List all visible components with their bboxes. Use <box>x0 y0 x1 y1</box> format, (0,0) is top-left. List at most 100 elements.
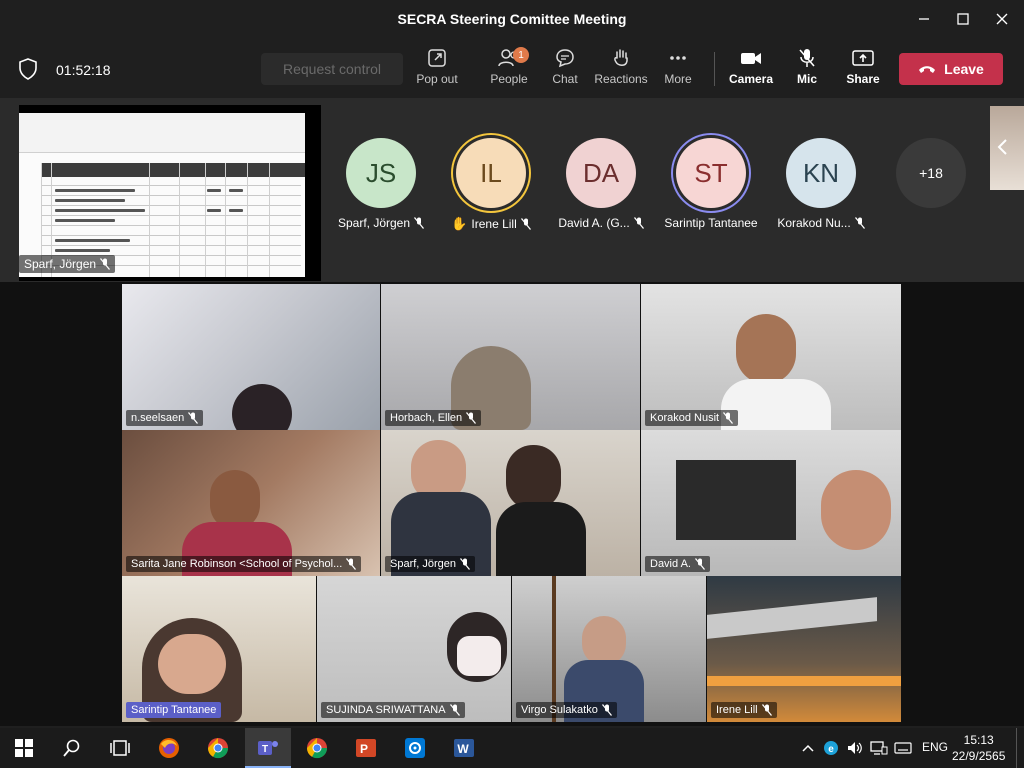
close-button[interactable] <box>990 8 1014 30</box>
participant-kn[interactable]: KN Korakod Nu... <box>761 138 881 230</box>
mic-muted-icon <box>761 704 772 716</box>
meeting-timer: 01:52:18 <box>56 62 111 78</box>
toolbar-divider <box>714 52 715 86</box>
share-label: Share <box>846 72 880 86</box>
video-tile[interactable]: Horbach, Ellen <box>381 284 640 430</box>
strip-scroll-left-button[interactable] <box>990 106 1024 190</box>
more-participants-button[interactable]: +18 <box>871 138 991 208</box>
chat-button[interactable]: Chat <box>537 48 593 92</box>
leave-label: Leave <box>944 61 984 77</box>
participant-name: n.seelsaen <box>131 412 185 424</box>
video-tile[interactable]: David A. <box>641 430 901 576</box>
mic-muted-icon <box>100 258 111 270</box>
avatar: ST <box>676 138 746 208</box>
spreadsheet-preview <box>19 113 305 277</box>
reactions-label: Reactions <box>594 72 648 86</box>
network-icon[interactable] <box>870 736 888 760</box>
avatar: JS <box>346 138 416 208</box>
pop-out-label: Pop out <box>416 72 458 86</box>
video-tile[interactable]: n.seelsaen <box>122 284 380 430</box>
keyboard-icon[interactable] <box>894 736 912 760</box>
svg-text:P: P <box>360 742 368 756</box>
speaker-icon[interactable] <box>846 736 864 760</box>
edge-icon[interactable]: e <box>822 736 840 760</box>
people-button[interactable]: 1 People <box>481 47 537 92</box>
video-tile[interactable]: Irene Lill <box>707 576 901 722</box>
phone-hangup-icon <box>919 66 936 73</box>
mic-muted-icon <box>414 217 425 229</box>
participant-il[interactable]: IL ✋ Irene Lill <box>431 138 551 232</box>
reactions-button[interactable]: Reactions <box>593 48 649 92</box>
search-icon[interactable] <box>60 736 84 760</box>
chevron-up-icon[interactable] <box>800 736 816 760</box>
mic-muted-icon <box>460 558 471 570</box>
participant-name: Sarintip Tantanee <box>664 216 758 230</box>
more-button[interactable]: More <box>650 48 706 92</box>
firefox-icon[interactable] <box>157 736 181 760</box>
powerpoint-icon[interactable]: P <box>354 736 378 760</box>
mic-muted-icon <box>346 558 357 570</box>
leave-button[interactable]: Leave <box>899 53 1003 85</box>
mic-button[interactable]: Mic <box>779 48 835 92</box>
meeting-toolbar: 01:52:18 Request control Pop out 1 Peopl… <box>0 38 1024 98</box>
participant-name: Korakod Nusit <box>650 412 720 424</box>
video-tile[interactable]: Sarintip Tantanee <box>122 576 316 722</box>
raised-hand-icon: ✋ <box>451 216 468 231</box>
participant-name: Virgo Sulakatko <box>521 704 598 716</box>
teams-icon[interactable]: T <box>256 736 280 760</box>
video-tile[interactable]: SUJINDA SRIWATTANA <box>317 576 511 722</box>
chat-icon <box>556 49 574 68</box>
participant-name: Irene Lill <box>471 217 517 231</box>
shared-screen-thumbnail[interactable]: Sparf, Jörgen <box>19 105 321 281</box>
windows-start-icon[interactable] <box>12 736 36 760</box>
more-label: More <box>664 72 692 86</box>
pop-out-icon <box>428 49 446 67</box>
video-tile[interactable]: Sarita Jane Robinson <School of Psychol.… <box>122 430 380 576</box>
system-clock[interactable]: 15:13 22/9/2565 <box>952 732 1005 764</box>
avatar: IL <box>456 138 526 208</box>
input-language[interactable]: ENG <box>922 740 948 754</box>
chrome-icon[interactable] <box>206 736 230 760</box>
minimize-button[interactable] <box>912 8 936 30</box>
mic-muted-icon <box>799 49 815 67</box>
participant-st[interactable]: ST Sarintip Tantanee <box>651 138 771 230</box>
participant-name: Irene Lill <box>716 704 758 716</box>
participant-name: David A. <box>650 558 691 570</box>
people-count-badge: 1 <box>513 47 529 63</box>
task-view-icon[interactable] <box>108 736 132 760</box>
chrome-icon[interactable] <box>305 736 329 760</box>
settings-icon[interactable] <box>403 736 427 760</box>
presenter-label: Sparf, Jörgen <box>19 255 116 273</box>
show-desktop-button[interactable] <box>1016 728 1017 768</box>
maximize-button[interactable] <box>951 8 975 30</box>
participant-name: Sarita Jane Robinson <School of Psychol.… <box>131 558 343 570</box>
svg-text:W: W <box>457 742 469 756</box>
video-tile[interactable]: Korakod Nusit <box>641 284 901 430</box>
participant-name: Sparf, Jörgen <box>337 216 411 230</box>
video-tile[interactable]: Virgo Sulakatko <box>512 576 706 722</box>
mic-muted-icon <box>854 217 865 229</box>
clock-time: 15:13 <box>963 733 994 747</box>
meeting-stage: Sparf, Jörgen JS Sparf, Jörgen IL ✋ Irene… <box>0 98 1024 726</box>
word-icon[interactable]: W <box>452 736 476 760</box>
pop-out-button[interactable]: Pop out <box>409 48 465 92</box>
video-tile[interactable]: Sparf, Jörgen <box>381 430 640 576</box>
participant-name: Horbach, Ellen <box>390 412 463 424</box>
people-label: People <box>490 72 528 86</box>
more-icon <box>670 56 686 60</box>
camera-button[interactable]: Camera <box>723 48 779 92</box>
mic-muted-icon <box>188 412 199 424</box>
participant-js[interactable]: JS Sparf, Jörgen <box>321 138 441 230</box>
avatar: DA <box>566 138 636 208</box>
participant-da[interactable]: DA David A. (G... <box>541 138 661 230</box>
svg-text:T: T <box>262 744 268 755</box>
windows-taskbar: T P W e ENG 15:13 22/9/2565 <box>0 728 1024 768</box>
share-button[interactable]: Share <box>835 48 891 92</box>
request-control-button[interactable]: Request control <box>261 53 403 85</box>
shield-icon <box>18 58 38 85</box>
overflow-count: +18 <box>896 138 966 208</box>
mic-label: Mic <box>796 72 817 86</box>
share-icon <box>852 50 874 66</box>
camera-label: Camera <box>728 72 774 86</box>
participant-strip: Sparf, Jörgen JS Sparf, Jörgen IL ✋ Irene… <box>0 98 1024 282</box>
